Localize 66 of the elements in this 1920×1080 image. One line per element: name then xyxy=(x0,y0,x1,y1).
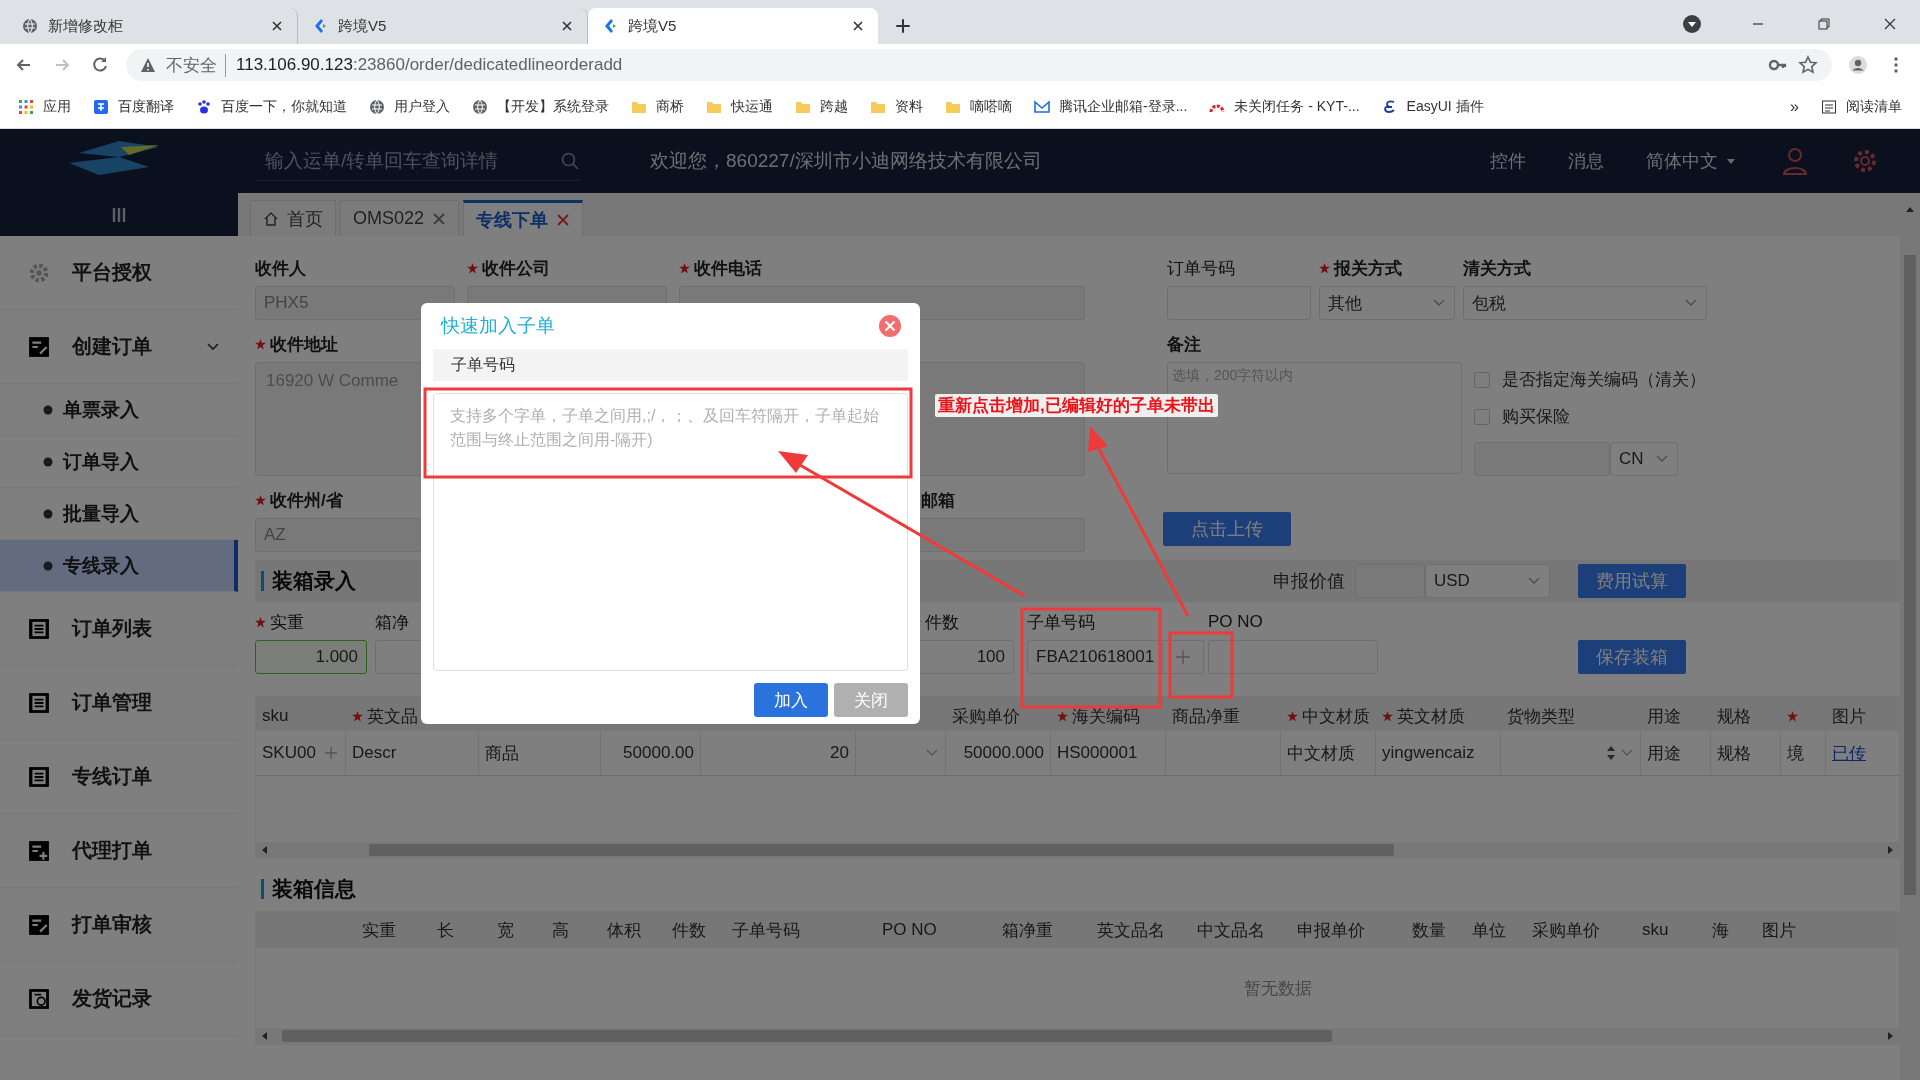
column-header: 申报单价 xyxy=(1297,919,1365,942)
field-label: 箱净 xyxy=(375,611,409,634)
section-title: 装箱信息 xyxy=(272,876,356,902)
field-label: 备注 xyxy=(1167,333,1201,356)
annotation-text: 重新点击增加,已编辑好的子单未带出 xyxy=(935,394,1218,417)
column-header: 英文品名 xyxy=(1097,919,1165,942)
field-label: PO NO xyxy=(1208,612,1263,632)
field-label: 清关方式 xyxy=(1463,257,1531,280)
column-header: 海 xyxy=(1712,919,1729,942)
field-label: 实重 xyxy=(270,611,304,634)
column-header: 件数 xyxy=(672,919,706,942)
column-header: 实重 xyxy=(362,919,396,942)
column-header: 体积 xyxy=(607,919,641,942)
field-label: 收件地址 xyxy=(270,333,338,356)
table-cell: yingwencaiz xyxy=(1382,743,1475,763)
column-header: 用途 xyxy=(1647,705,1681,728)
field-label: 申报价值 xyxy=(1273,570,1345,593)
column-header: 单位 xyxy=(1472,919,1506,942)
table-cell-text: 用途 xyxy=(1647,742,1681,765)
column-header: 海关编码 xyxy=(1072,705,1140,728)
field-label: 订单号码 xyxy=(1167,257,1235,280)
column-header: 高 xyxy=(552,919,569,942)
field-label: 报关方式 xyxy=(1334,257,1402,280)
url-text: 113.106.90.123:23860/order/dedicatedlineorderadd xyxy=(236,55,623,75)
column-header: 宽 xyxy=(497,919,514,942)
column-header: 规格 xyxy=(1717,705,1751,728)
field-label: 收件公司 xyxy=(482,257,550,280)
table-cell: 50000.00 xyxy=(623,743,694,763)
column-header: 商品净重 xyxy=(1172,705,1240,728)
table-cell-text: 商品 xyxy=(485,742,519,765)
checkbox-label: 是否指定海关编码（清关） xyxy=(1502,369,1706,391)
column-header: 英文材质 xyxy=(1397,705,1465,728)
column-header: 子单号码 xyxy=(732,919,800,942)
column-header: 图片 xyxy=(1762,919,1796,942)
table-cell: SKU00 xyxy=(262,743,316,763)
table-cell-text: 规格 xyxy=(1717,742,1751,765)
column-header: sku xyxy=(262,706,289,726)
column-header: 图片 xyxy=(1832,705,1866,728)
section-title: 装箱录入 xyxy=(272,568,356,594)
table-cell: HS000001 xyxy=(1057,743,1138,763)
column-header: 数量 xyxy=(1412,919,1446,942)
column-header: 采购单价 xyxy=(1532,919,1600,942)
checkbox-label: 购买保险 xyxy=(1502,406,1570,428)
column-header: sku xyxy=(1642,920,1669,940)
welcome-text: 欢迎您，860227/深圳市小迪网络技术有限公司 xyxy=(650,149,1042,173)
column-header: 货物类型 xyxy=(1507,705,1575,728)
field-label: 收件人 xyxy=(255,257,306,280)
table-cell: Descr xyxy=(352,743,397,763)
field-label: 件数 xyxy=(925,611,959,634)
security-label: 不安全 xyxy=(166,53,226,77)
column-header: 子单号码 xyxy=(433,349,908,381)
table-cell-text: 中文材质 xyxy=(1287,742,1355,765)
table-cell: 20 xyxy=(830,743,849,763)
column-header: PO NO xyxy=(882,920,937,940)
table-cell: 50000.000 xyxy=(963,743,1044,763)
column-header: 中文品名 xyxy=(1197,919,1265,942)
column-header: 中文材质 xyxy=(1302,705,1370,728)
table-cell-text: 境 xyxy=(1787,742,1804,765)
column-header: 采购单价 xyxy=(952,705,1020,728)
column-header: 箱净重 xyxy=(1002,919,1053,942)
field-label: 邮箱 xyxy=(921,489,955,512)
field-label: 子单号码 xyxy=(1027,611,1095,634)
field-label: 收件电话 xyxy=(694,257,762,280)
column-header: 英文品 xyxy=(367,705,418,728)
column-header: 长 xyxy=(437,919,454,942)
field-label: 收件州/省 xyxy=(270,489,343,512)
